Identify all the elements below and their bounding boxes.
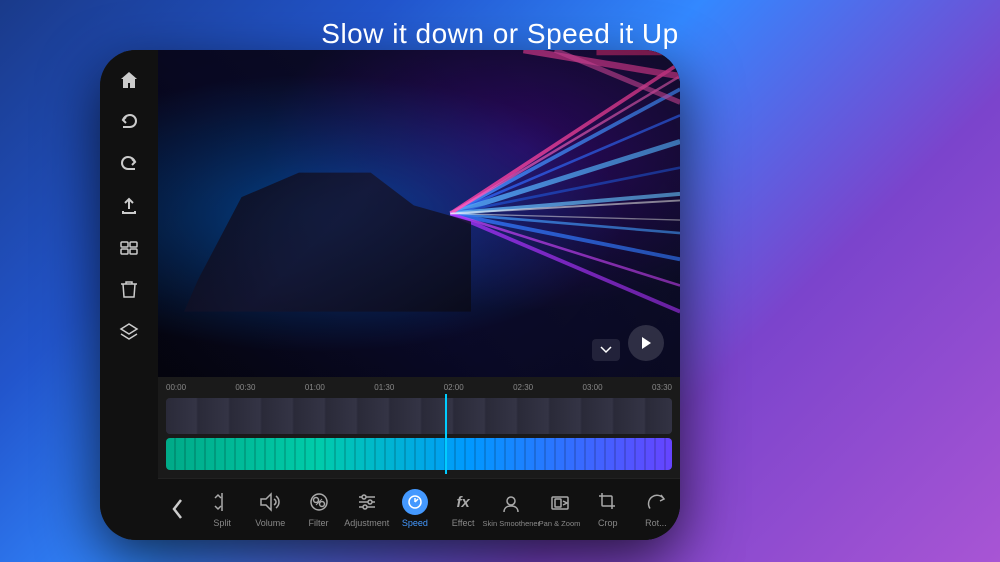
tool-adjustment[interactable]: Adjustment [343,485,391,532]
video-track-thumbnails [166,398,672,434]
ruler-mark-0: 00:00 [166,383,186,392]
crop-label: Crop [598,518,618,528]
tool-skin[interactable]: Skin Smoothener [487,485,535,532]
volume-label: Volume [255,518,285,528]
back-button[interactable] [158,498,198,520]
timeline-ruler: 00:00 00:30 01:00 01:30 02:00 02:30 03:0… [158,381,680,394]
volume-icon [257,489,283,515]
pan-zoom-icon [547,490,573,516]
play-button[interactable] [628,325,664,361]
timeline-cursor [445,394,447,474]
effect-icon: fx [450,489,476,515]
video-bg [158,50,680,377]
sidebar-export-icon[interactable] [111,188,147,224]
sidebar-delete-icon[interactable] [111,272,147,308]
ruler-mark-6: 03:00 [583,383,603,392]
speed-icon [402,489,428,515]
ruler-mark-3: 01:30 [374,383,394,392]
bottom-toolbar: Split Volume [158,478,680,540]
video-track[interactable] [166,398,672,434]
ruler-mark-7: 03:30 [652,383,672,392]
tool-crop[interactable]: Crop [584,485,632,532]
timeline-tracks[interactable] [158,394,680,474]
phone-shell: 00:00 00:30 01:00 01:30 02:00 02:30 03:0… [100,50,680,540]
video-preview [158,50,680,377]
tool-split[interactable]: Split [198,485,246,532]
tool-speed[interactable]: Speed [391,485,439,532]
sidebar-undo-icon[interactable] [111,104,147,140]
tool-rotate[interactable]: Rot... [632,485,680,532]
split-icon [209,489,235,515]
filter-label: Filter [309,518,329,528]
tool-effect[interactable]: fx Effect [439,485,487,532]
tool-items: Split Volume [198,485,680,532]
adjustment-icon [354,489,380,515]
audio-track-waveform [166,438,672,470]
tool-volume[interactable]: Volume [246,485,294,532]
crop-icon [595,489,621,515]
ruler-mark-2: 01:00 [305,383,325,392]
sidebar-layers-icon[interactable] [111,314,147,350]
effect-label: Effect [452,518,475,528]
page-title: Slow it down or Speed it Up [0,18,1000,50]
skin-icon [498,490,524,516]
sidebar-gallery-icon[interactable] [111,230,147,266]
timeline-area: 00:00 00:30 01:00 01:30 02:00 02:30 03:0… [158,377,680,478]
rotate-label: Rot... [645,518,667,528]
rotate-icon [643,489,669,515]
video-vignette [158,50,680,377]
sidebar [100,50,158,540]
tool-pan-zoom[interactable]: Pan & Zoom [535,485,583,532]
tool-filter[interactable]: Filter [294,485,342,532]
skin-label: Skin Smoothener [483,519,541,528]
split-label: Split [213,518,231,528]
main-content: 00:00 00:30 01:00 01:30 02:00 02:30 03:0… [158,50,680,540]
pan-zoom-label: Pan & Zoom [539,519,581,528]
audio-track[interactable] [166,438,672,470]
adjustment-label: Adjustment [344,518,389,528]
sidebar-redo-icon[interactable] [111,146,147,182]
ruler-mark-4: 02:00 [444,383,464,392]
chevron-down-button[interactable] [592,339,620,361]
ruler-mark-5: 02:30 [513,383,533,392]
filter-icon [306,489,332,515]
speed-label: Speed [402,518,428,528]
sidebar-home-icon[interactable] [111,62,147,98]
ruler-mark-1: 00:30 [235,383,255,392]
